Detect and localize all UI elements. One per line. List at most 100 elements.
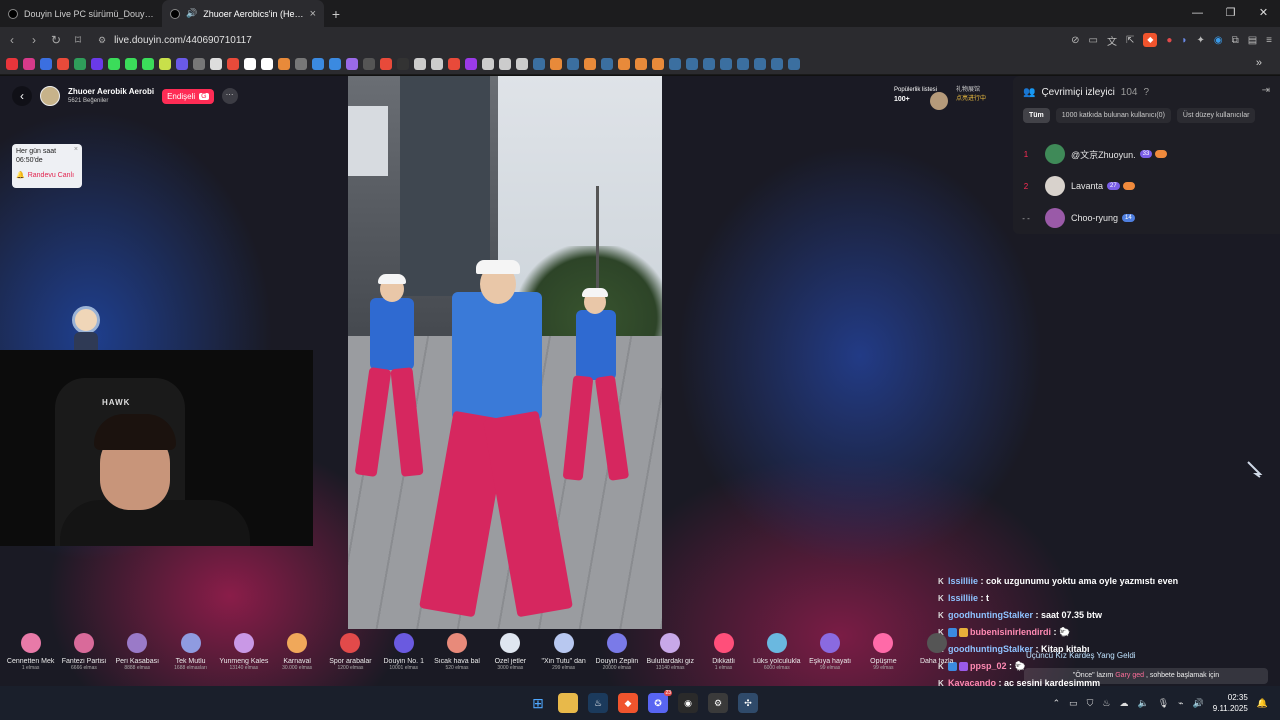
bookmark-icon[interactable] — [346, 57, 358, 70]
bookmark-icon[interactable] — [431, 57, 443, 70]
discord-icon[interactable]: ✪ 23 — [648, 690, 672, 713]
start-icon[interactable]: ⊞ — [528, 693, 548, 713]
chat-username[interactable]: lssilliie — [948, 593, 978, 603]
volume-icon[interactable]: 🔈 — [1137, 698, 1148, 709]
bookmark-icon[interactable] — [754, 57, 766, 70]
bookmark-icon[interactable] — [397, 57, 409, 70]
vpn-icon[interactable]: ◉ — [1214, 35, 1223, 46]
extensions-icon[interactable]: ⧉ — [1232, 35, 1239, 46]
steam-tray-icon[interactable]: ♨ — [1102, 698, 1110, 709]
network-app-icon[interactable]: ✣ — [738, 693, 758, 713]
mute-icon[interactable]: ⊘ — [1071, 35, 1079, 46]
battery-icon[interactable]: ▭ — [1069, 698, 1078, 709]
speaker-icon[interactable]: 🔊 — [1193, 698, 1204, 709]
file-explorer-icon[interactable] — [558, 693, 578, 713]
bookmark-icon[interactable] — [720, 57, 732, 70]
bookmark-icon[interactable] — [210, 57, 222, 70]
gift-item[interactable]: Eşkıya hayatı 99 elmas — [803, 629, 856, 679]
collapse-panel-icon[interactable]: ⇥ — [1262, 85, 1270, 96]
forward-icon[interactable]: › — [24, 33, 44, 47]
audio-extension-icon[interactable]: ◗ — [1181, 35, 1187, 46]
bookmark-icon[interactable] — [125, 57, 137, 70]
chat-hint[interactable]: "Önce" lazım Gary ged , sohbete başlamak… — [1024, 668, 1268, 684]
bookmark-icon[interactable] — [57, 57, 69, 70]
gift-item[interactable]: "Xin Tutu" dan 299 elmas — [537, 629, 590, 679]
bookmark-icon[interactable] — [533, 57, 545, 70]
chat-username[interactable]: goodhuntingStalker — [948, 610, 1033, 620]
streamer-avatar[interactable] — [40, 86, 60, 106]
onedrive-icon[interactable]: ☁ — [1119, 698, 1128, 709]
viewer-name[interactable]: Lavanta — [1071, 181, 1103, 191]
streamer-name[interactable]: Zhuoer Aerobik Aerobi — [68, 87, 154, 97]
steam-icon[interactable]: ♨ — [588, 693, 608, 713]
gift-item[interactable]: Peri Kasabası 8888 elmas — [111, 629, 164, 679]
cast-icon[interactable]: ▭ — [1089, 35, 1098, 46]
address-bar[interactable]: ⚙ live.douyin.com/440690710117 — [98, 35, 252, 46]
gift-item[interactable]: Spor arabalar 1200 elmas — [324, 629, 377, 679]
bookmark-icon[interactable] — [465, 57, 477, 70]
brave-shields-icon[interactable]: ◆ — [1143, 33, 1158, 47]
bookmark-icon[interactable] — [23, 57, 35, 70]
gift-item[interactable]: Lüks yolculukla 6000 elmas — [750, 629, 803, 679]
more-options-button[interactable]: ··· — [221, 88, 238, 104]
extension-icon[interactable]: ● — [1166, 35, 1172, 46]
gift-item[interactable]: Özel jetler 3000 elmas — [484, 629, 537, 679]
chat-username[interactable]: bubenisinirlendirdi — [970, 627, 1051, 637]
bookmark-icon[interactable] — [448, 57, 460, 70]
bookmark-icon[interactable] — [737, 57, 749, 70]
brave-icon[interactable]: ◆ — [618, 693, 638, 713]
close-icon[interactable]: × — [74, 146, 78, 153]
translate-icon[interactable]: 文 — [1107, 33, 1117, 48]
bookmark-icon[interactable] — [40, 57, 52, 70]
bookmark-icon[interactable] — [363, 57, 375, 70]
bookmark-icon[interactable] — [482, 57, 494, 70]
gift-item[interactable]: Karnaval 30.000 elmas — [270, 629, 323, 679]
bookmark-icon[interactable] — [414, 57, 426, 70]
bookmark-icon[interactable]: ⌑ — [68, 33, 88, 47]
tab-douyin-live[interactable]: Douyin Live PC sürümü_Douyin Live — [0, 0, 162, 27]
gift-item[interactable]: Tek Mutlu 1688 elmasları — [164, 629, 217, 679]
viewer-row[interactable]: - - Choo-ryung 14 — [1013, 206, 1280, 230]
gift-item[interactable]: Öpüşme 99 elmas — [857, 629, 910, 679]
bookmark-icon[interactable] — [635, 57, 647, 70]
tab-top-contributors[interactable]: 1000 katkıda bulunan kullanıcı(0) — [1055, 108, 1171, 123]
obs-icon[interactable]: ◉ — [678, 693, 698, 713]
gift-item[interactable]: Douyin Zeplin 20000 elmas — [590, 629, 643, 679]
bookmark-icon[interactable] — [6, 57, 18, 70]
chevron-up-icon[interactable]: ⌃ — [1053, 698, 1061, 709]
gift-item[interactable]: Douyin No. 1 10001 elmas — [377, 629, 430, 679]
tab-zhuoer-aerobics[interactable]: 🔊 Zhuoer Aerobics'in (Hejiangti × — [162, 0, 324, 27]
bookmark-icon[interactable] — [74, 57, 86, 70]
url-text[interactable]: live.douyin.com/440690710117 — [114, 35, 252, 46]
gift-item[interactable]: Dikkatli 1 elmas — [697, 629, 750, 679]
viewer-row[interactable]: 1 @文京Zhuoyun. 33 — [1013, 142, 1280, 166]
shield-icon[interactable]: ⛉ — [1087, 698, 1094, 709]
bookmark-icon[interactable] — [686, 57, 698, 70]
clock[interactable]: 02:35 9.11.2025 — [1213, 692, 1248, 714]
gift-item[interactable]: Bulutlardaki giz 13140 elmas — [644, 629, 697, 679]
bookmark-icon[interactable] — [91, 57, 103, 70]
viewer-avatar[interactable] — [1045, 176, 1065, 196]
gift-item[interactable]: Daha fazla — [910, 629, 963, 679]
restore-button[interactable]: ❐ — [1214, 0, 1247, 27]
bookmark-icon[interactable] — [312, 57, 324, 70]
bookmark-icon[interactable] — [295, 57, 307, 70]
close-tab-icon[interactable]: × — [310, 8, 316, 20]
steam-extension-icon[interactable]: ✦ — [1196, 35, 1204, 46]
bookmark-icon[interactable] — [771, 57, 783, 70]
bookmark-icon[interactable] — [227, 57, 239, 70]
menu-icon[interactable]: ≡ — [1266, 35, 1272, 46]
bookmark-icon[interactable] — [584, 57, 596, 70]
gift-gallery[interactable]: 礼物展馆 点亮进行中 — [956, 86, 986, 104]
appointment-button[interactable]: 🔔 Randevu Canlı — [16, 171, 78, 180]
bookmark-icon[interactable] — [652, 57, 664, 70]
help-icon[interactable]: ? — [1143, 87, 1149, 98]
gift-item[interactable]: Yunmeng Kales 13140 elmas — [217, 629, 270, 679]
back-arrow-icon[interactable]: ‹ — [12, 86, 32, 106]
bookmark-icon[interactable] — [550, 57, 562, 70]
bookmark-icon[interactable] — [499, 57, 511, 70]
bookmark-icon[interactable] — [669, 57, 681, 70]
minimize-button[interactable]: — — [1181, 0, 1214, 27]
tab-all[interactable]: Tüm — [1023, 108, 1050, 123]
viewer-row[interactable]: 2 Lavanta 27 — [1013, 174, 1280, 198]
